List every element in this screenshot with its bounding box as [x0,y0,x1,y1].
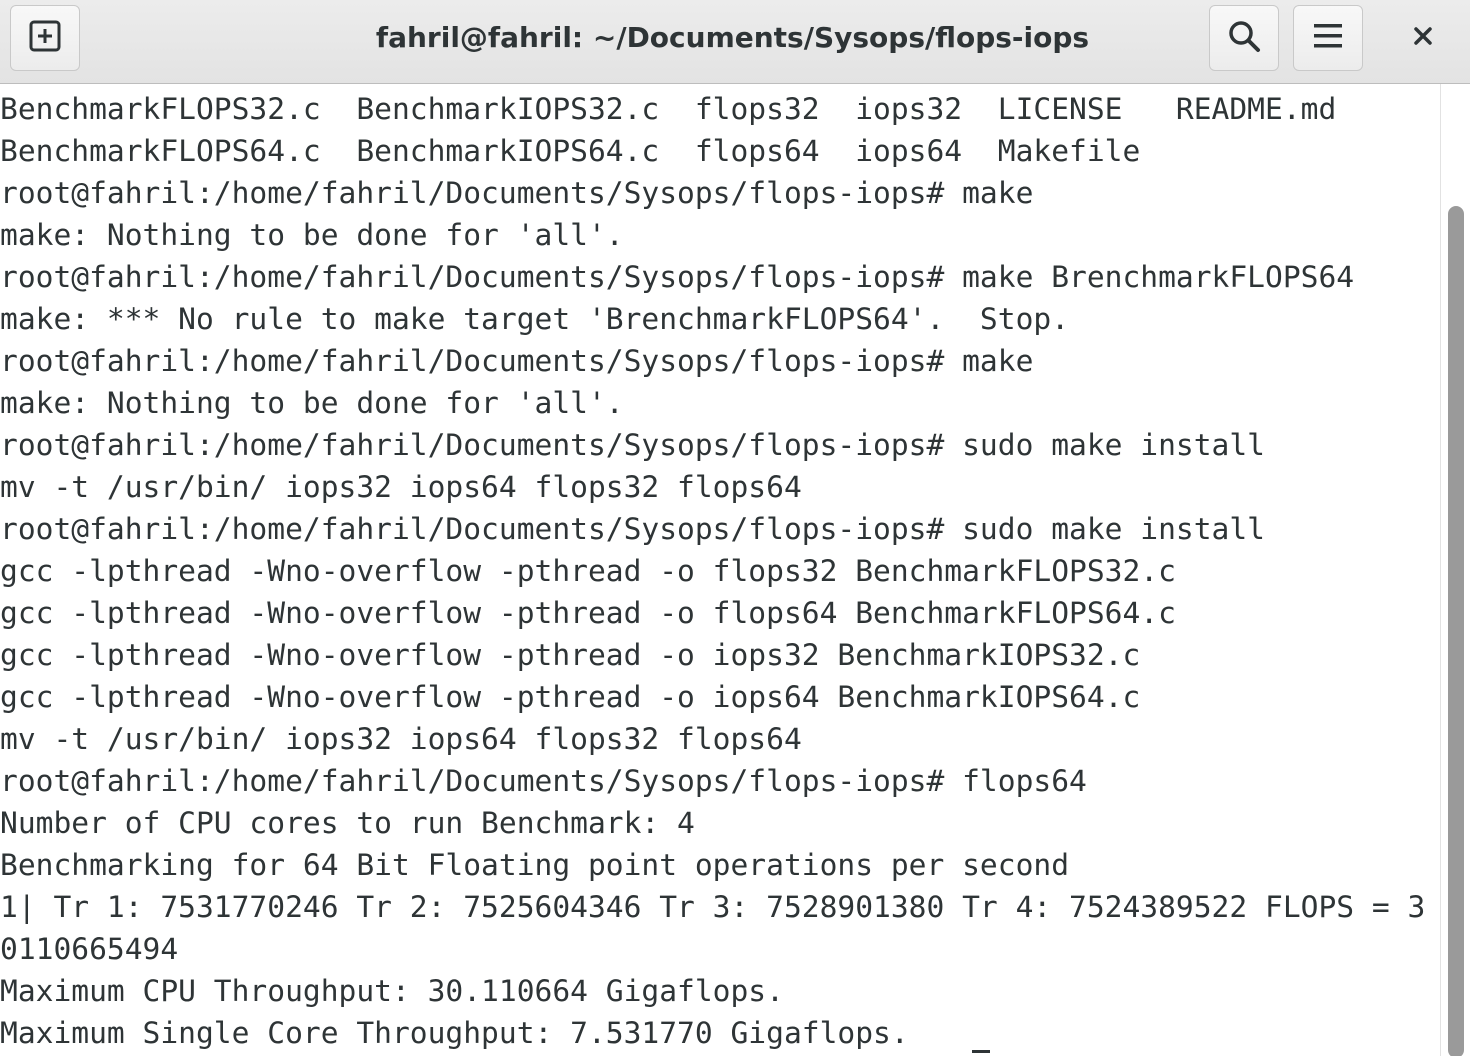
terminal-line: gcc -lpthread -Wno-overflow -pthread -o … [0,596,1176,630]
search-icon [1226,18,1262,59]
terminal-line: root@fahril:/home/fahril/Documents/Sysop… [0,176,1034,210]
terminal-line: gcc -lpthread -Wno-overflow -pthread -o … [0,638,1141,672]
header-bar: fahril@fahril: ~/Documents/Sysops/flops-… [0,0,1470,84]
terminal-line: mv -t /usr/bin/ iops32 iops64 flops32 fl… [0,722,802,756]
terminal-output[interactable]: BenchmarkFLOPS32.c BenchmarkIOPS32.c flo… [0,88,1440,1056]
new-tab-button[interactable] [10,5,80,71]
terminal-line: make: Nothing to be done for 'all'. [0,386,624,420]
terminal-line: root@fahril:/home/fahril/Documents/Sysop… [0,428,1266,462]
terminal-line: Number of CPU cores to run Benchmark: 4 [0,806,695,840]
terminal-line: BenchmarkFLOPS64.c BenchmarkIOPS64.c flo… [0,134,1141,168]
scrollbar-thumb[interactable] [1448,206,1464,1056]
terminal-line: root@fahril:/home/fahril/Documents/Sysop… [0,344,1034,378]
menu-button[interactable] [1293,5,1363,71]
terminal-line: BenchmarkFLOPS32.c BenchmarkIOPS32.c flo… [0,92,1337,126]
terminal-line: 1| Tr 1: 7531770246 Tr 2: 7525604346 Tr … [0,890,1426,924]
new-tab-icon [28,19,62,58]
terminal-line: root@fahril:/home/fahril/Documents/Sysop… [0,764,1087,798]
terminal-line: make: Nothing to be done for 'all'. [0,218,624,252]
terminal-line: mv -t /usr/bin/ iops32 iops64 flops32 fl… [0,470,802,504]
window-title: fahril@fahril: ~/Documents/Sysops/flops-… [375,21,1090,54]
terminal-line: 0110665494 [0,932,179,966]
search-button[interactable] [1209,5,1279,71]
terminal-line: Maximum CPU Throughput: 30.110664 Gigafl… [0,974,784,1008]
terminal-line: Benchmarking for 64 Bit Floating point o… [0,848,1070,882]
terminal-line: Maximum Single Core Throughput: 7.531770… [0,1016,909,1050]
close-icon [1412,25,1434,52]
terminal-line: make: *** No rule to make target 'Brench… [0,302,1070,336]
terminal-line: gcc -lpthread -Wno-overflow -pthread -o … [0,554,1176,588]
terminal-line: root@fahril:/home/fahril/Documents/Sysop… [0,512,1266,546]
terminal-window: fahril@fahril: ~/Documents/Sysops/flops-… [0,0,1470,1056]
terminal-line: root@fahril:/home/fahril/Documents/Sysop… [0,260,1355,294]
close-button[interactable] [1388,5,1458,71]
hamburger-menu-icon [1312,21,1344,56]
terminal-line: gcc -lpthread -Wno-overflow -pthread -o … [0,680,1141,714]
text-cursor [972,1050,990,1053]
